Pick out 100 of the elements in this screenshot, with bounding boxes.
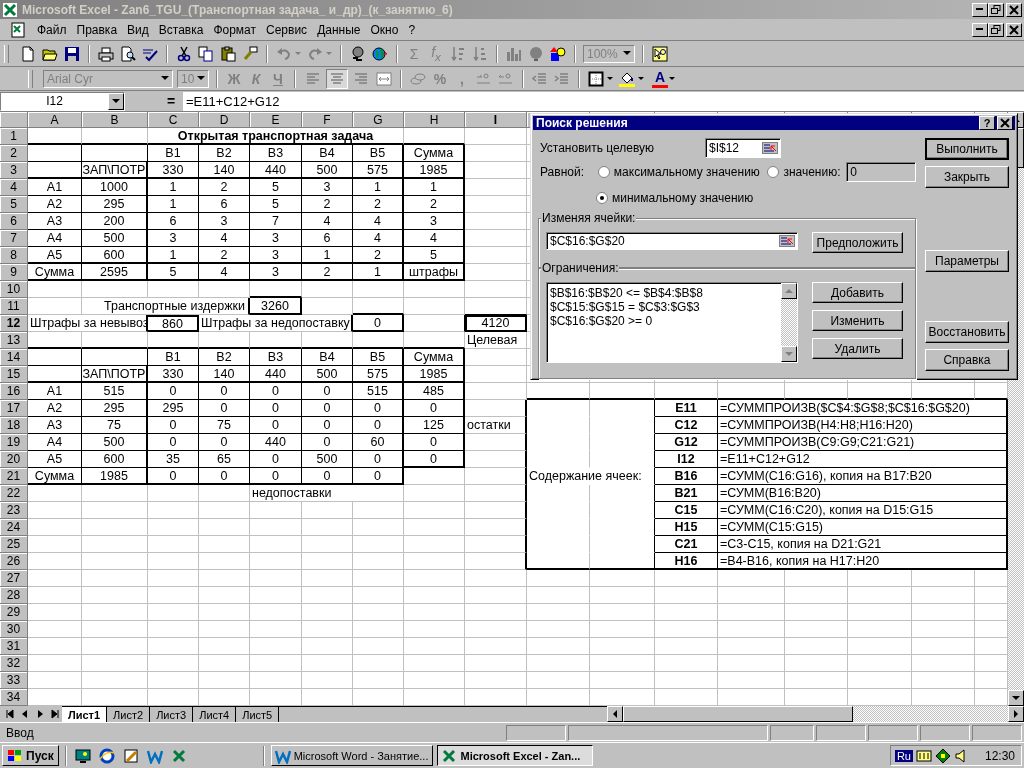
scroll-down-button[interactable]	[781, 346, 797, 362]
globe-icon[interactable]	[372, 45, 388, 62]
cell-reference[interactable]: E11	[655, 400, 718, 417]
cell-value[interactable]: штрафы	[404, 264, 465, 281]
cell-value[interactable]: 2	[199, 247, 250, 264]
grid-cell[interactable]	[465, 434, 527, 451]
close-button[interactable]	[1006, 2, 1022, 17]
cell-value[interactable]: 3	[199, 213, 250, 230]
cell-value[interactable]: 0	[250, 451, 302, 468]
cell-value[interactable]: 1000	[82, 179, 148, 196]
cell-value[interactable]: 440	[250, 162, 302, 179]
cell-value[interactable]: 6	[148, 213, 199, 230]
cell-value[interactable]: 2595	[82, 264, 148, 281]
row-header[interactable]: 3	[0, 162, 28, 179]
row-header[interactable]: 10	[0, 281, 28, 298]
row-header[interactable]: 6	[0, 213, 28, 230]
minimize-button[interactable]	[972, 2, 988, 17]
cell-value[interactable]: 295	[82, 400, 148, 417]
scroll-left-button[interactable]	[607, 706, 623, 722]
pen-icon[interactable]	[122, 747, 139, 764]
borders-icon[interactable]	[588, 70, 604, 87]
save-icon[interactable]	[64, 45, 80, 62]
cell-value[interactable]: 35	[148, 451, 199, 468]
cut-icon[interactable]	[176, 45, 192, 62]
cell-value[interactable]: В5	[353, 349, 404, 366]
cell-value[interactable]: 2	[302, 196, 353, 213]
cell-value[interactable]: 0	[302, 383, 353, 400]
cell-formula[interactable]: =B4-B16, копия на H17:H20	[718, 553, 1008, 570]
row-header[interactable]: 32	[0, 655, 28, 672]
select-all-button[interactable]	[0, 112, 28, 128]
undo-icon[interactable]	[276, 45, 292, 62]
cell-value[interactable]: 0	[250, 400, 302, 417]
cell-value[interactable]: А2	[28, 400, 82, 417]
cell-value[interactable]: 2	[302, 264, 353, 281]
cell-value[interactable]: 3260	[250, 298, 302, 315]
cell-value[interactable]: 6	[302, 230, 353, 247]
cell-value[interactable]: 500	[302, 162, 353, 179]
column-header[interactable]: F	[302, 112, 353, 128]
cell-value[interactable]: 2	[353, 247, 404, 264]
cell-reference[interactable]: C12	[655, 417, 718, 434]
row-header[interactable]: 13	[0, 332, 28, 349]
cell-value[interactable]: 3	[148, 230, 199, 247]
print-icon[interactable]	[98, 45, 114, 62]
row-header[interactable]: 19	[0, 434, 28, 451]
cell-value[interactable]: Сумма	[404, 349, 465, 366]
row-header[interactable]: 29	[0, 604, 28, 621]
column-header[interactable]: G	[353, 112, 404, 128]
restore-button[interactable]	[988, 22, 1004, 37]
column-header[interactable]: E	[250, 112, 302, 128]
cell-value[interactable]: 0	[250, 468, 302, 485]
cell-value[interactable]: 0	[353, 315, 404, 332]
close-button[interactable]	[1006, 22, 1022, 37]
grid-cell[interactable]	[82, 145, 148, 162]
cell-value[interactable]: 4	[353, 213, 404, 230]
grid-cell[interactable]	[28, 162, 82, 179]
cell-value[interactable]: 4	[404, 230, 465, 247]
cell-value[interactable]: 3	[302, 179, 353, 196]
row-header[interactable]: 12	[0, 315, 28, 332]
guess-button[interactable]: Предположить	[812, 232, 903, 253]
constraint-button[interactable]: Изменить	[812, 310, 903, 331]
cell-value[interactable]: 75	[82, 417, 148, 434]
cell-value[interactable]: 1	[148, 179, 199, 196]
cell-reference[interactable]: B16	[655, 468, 718, 485]
caret-icon[interactable]	[669, 76, 675, 81]
menu-item[interactable]: Сервис	[261, 22, 313, 37]
column-header[interactable]: C	[148, 112, 199, 128]
row-header[interactable]: 33	[0, 672, 28, 689]
chart-icon[interactable]	[506, 45, 522, 62]
cell-value[interactable]: В1	[148, 349, 199, 366]
cell-value[interactable]: 5	[250, 196, 302, 213]
close-button[interactable]	[997, 116, 1013, 130]
cell-value[interactable]: 0	[199, 383, 250, 400]
row-header[interactable]: 17	[0, 400, 28, 417]
scroll-up-button[interactable]	[781, 283, 797, 299]
cell-note[interactable]: Содержание ячеек:	[527, 468, 655, 485]
print-preview-icon[interactable]	[120, 45, 136, 62]
cell-value[interactable]: 0	[250, 383, 302, 400]
language-indicator[interactable]: Ru	[894, 749, 913, 762]
cell-value[interactable]: В3	[250, 349, 302, 366]
collapse-dialog-icon[interactable]	[762, 142, 778, 154]
cell-note[interactable]: Штрафы за недопоставку	[199, 315, 353, 332]
cell-value[interactable]: 500	[302, 366, 353, 383]
row-header[interactable]: 11	[0, 298, 28, 315]
row-header[interactable]: 26	[0, 553, 28, 570]
cell-value[interactable]: 295	[148, 400, 199, 417]
font-color-button[interactable]: A	[651, 68, 669, 89]
sort-ascending-icon[interactable]	[450, 45, 466, 62]
row-header[interactable]: 9	[0, 264, 28, 281]
cell-value[interactable]: 515	[82, 383, 148, 400]
row-header[interactable]: 24	[0, 519, 28, 536]
menu-item[interactable]: Файл	[32, 22, 72, 37]
cell-value[interactable]: 1985	[404, 366, 465, 383]
grid-cell[interactable]	[28, 349, 82, 366]
cell-value[interactable]: А4	[28, 230, 82, 247]
row-header[interactable]: 16	[0, 383, 28, 400]
cell-value[interactable]: 440	[250, 366, 302, 383]
cell-value[interactable]: Сумма	[28, 468, 82, 485]
row-header[interactable]: 31	[0, 638, 28, 655]
cell-value[interactable]: 4120	[465, 315, 527, 332]
cell-value[interactable]: 4	[302, 213, 353, 230]
